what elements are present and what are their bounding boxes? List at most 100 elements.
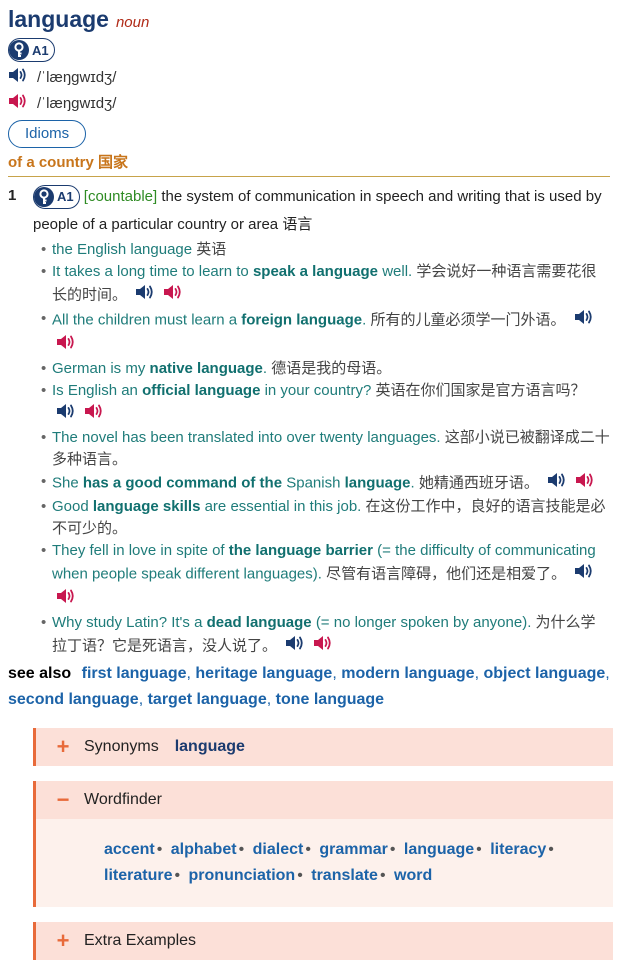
headword: language (8, 6, 109, 32)
wordfinder-link[interactable]: translate (311, 867, 378, 884)
example: The novel has been translated into over … (41, 427, 610, 471)
wordfinder-link[interactable]: accent (104, 841, 155, 858)
extra-examples-toggle[interactable]: + Extra Examples (36, 922, 613, 960)
wordfinder-toggle[interactable]: − Wordfinder (36, 781, 613, 819)
headword-line: language noun (8, 4, 610, 34)
pron-us-row: /ˈlæŋɡwɪdʒ/ (8, 90, 610, 116)
wordfinder-link[interactable]: word (394, 867, 432, 884)
collocation: language skills (92, 498, 201, 515)
example: Why study Latin? It's a dead language (=… (41, 612, 610, 659)
example-text: She (52, 474, 79, 492)
uk-speaker-icon[interactable] (574, 562, 594, 587)
see-also: see also first language, heritage langua… (8, 665, 610, 708)
example-translation: 她精通西班牙语。 (418, 474, 539, 492)
wordfinder-box: − Wordfinder accent • alphabet • dialect • … (33, 781, 613, 907)
see-also-link[interactable]: modern language (341, 665, 474, 682)
see-also-link[interactable]: first language (82, 665, 187, 682)
example: She has a good command of the Spanish la… (41, 471, 610, 496)
collocation: the language barrier (228, 542, 373, 559)
example-translation: 英语在你们国家是官方语言吗？ (375, 382, 586, 399)
definition-translation: 语言 (282, 216, 313, 233)
us-speaker-icon[interactable] (163, 283, 183, 308)
box-title: Wordfinder (84, 791, 162, 808)
synonyms-keyword: language (174, 738, 245, 755)
sense-number: 1 (8, 187, 17, 204)
wordfinder-link[interactable]: pronunciation (189, 867, 296, 884)
cefr-level: A1 (32, 42, 49, 58)
synonyms-box: + Synonyms language (33, 728, 613, 766)
collocation: native language (149, 360, 263, 377)
example-translation: 英语 (196, 241, 227, 258)
see-also-link[interactable]: target language (148, 691, 267, 708)
key-icon (9, 40, 29, 60)
us-speaker-icon[interactable] (8, 92, 28, 114)
collocation: foreign language (241, 311, 363, 329)
see-also-label: see also (8, 665, 72, 682)
wordfinder-link[interactable]: language (404, 841, 474, 858)
example-text: Spanish (286, 474, 341, 492)
sense-cefr-badge: A1 (33, 185, 80, 210)
us-speaker-icon[interactable] (575, 471, 595, 496)
wordfinder-words: accent • alphabet • dialect • grammar • lang… (36, 819, 613, 907)
cefr-row: A1 (8, 38, 610, 64)
us-speaker-icon[interactable] (56, 587, 76, 612)
wordfinder-link[interactable]: grammar (319, 841, 387, 858)
example-text: It takes a long time to learn to (52, 263, 249, 280)
example: Is English an official language in your … (41, 380, 610, 427)
us-speaker-icon[interactable] (56, 333, 76, 358)
example-translation: 所有的儿童必须学一门外语。 (370, 311, 566, 329)
example-text: are essential in this job. (204, 498, 362, 515)
wordfinder-link[interactable]: literacy (490, 841, 546, 858)
idioms-button[interactable]: Idioms (8, 120, 87, 148)
examples-list: the English language 英语 It takes a long … (33, 239, 610, 659)
wordfinder-link[interactable]: literature (104, 867, 172, 884)
uk-speaker-icon[interactable] (574, 308, 594, 333)
example-text: well. (382, 263, 413, 280)
example-text: . (262, 360, 268, 377)
sense-1: 1 A1 [countable] the system of communica… (8, 183, 610, 659)
see-also-link[interactable]: heritage language (195, 665, 332, 682)
example-text: German is my (52, 360, 146, 377)
wordfinder-link[interactable]: alphabet (171, 841, 237, 858)
uk-speaker-icon[interactable] (285, 634, 305, 659)
extra-examples-box: + Extra Examples (33, 922, 613, 960)
example-text: All the children must learn a (52, 311, 238, 329)
definition: A1 [countable] the system of communicati… (33, 183, 610, 239)
example-text: They fell in love in spite of (52, 542, 225, 559)
example: German is my native language. 德语是我的母语。 (41, 358, 610, 380)
see-also-link[interactable]: second language (8, 691, 139, 708)
pron-uk-row: /ˈlæŋɡwɪdʒ/ (8, 64, 610, 90)
uk-speaker-icon[interactable] (56, 402, 76, 427)
minus-icon: − (56, 787, 70, 812)
uk-speaker-icon[interactable] (8, 66, 28, 88)
example: All the children must learn a foreign la… (41, 308, 610, 358)
us-speaker-icon[interactable] (84, 402, 104, 427)
box-title: Extra Examples (84, 932, 197, 949)
dictionary-entry: language noun A1 /ˈlæŋɡwɪdʒ/ /ˈlæŋɡwɪdʒ/ … (8, 0, 613, 960)
pron-uk: /ˈlæŋɡwɪdʒ/ (37, 68, 117, 86)
box-title: Synonyms (84, 738, 159, 755)
cefr-badge: A1 (8, 38, 55, 62)
pron-us: /ˈlæŋɡwɪdʒ/ (37, 94, 117, 112)
sense-heading: of a country 国家 (8, 152, 610, 177)
example-text: the English language (52, 241, 193, 258)
example-text: The novel has been translated into over … (52, 429, 441, 446)
plus-icon: + (56, 928, 70, 953)
synonyms-toggle[interactable]: + Synonyms language (36, 728, 613, 766)
example: They fell in love in spite of the langua… (41, 540, 610, 612)
key-icon (34, 187, 54, 208)
uk-speaker-icon[interactable] (547, 471, 567, 496)
example-text: Is English an (52, 382, 138, 399)
us-speaker-icon[interactable] (313, 634, 333, 659)
see-also-link[interactable]: tone language (276, 691, 384, 708)
example-text: Good (52, 498, 89, 515)
uk-speaker-icon[interactable] (135, 283, 155, 308)
grammar-label: [countable] (83, 188, 158, 205)
example: It takes a long time to learn to speak a… (41, 261, 610, 308)
example-text: (= no longer spoken by anyone). (315, 614, 532, 631)
example-translation: 德语是我的母语。 (271, 360, 392, 377)
see-also-link[interactable]: object language (483, 665, 605, 682)
example-text: . (410, 474, 415, 492)
wordfinder-link[interactable]: dialect (253, 841, 304, 858)
example-text: Why study Latin? It's a (52, 614, 203, 631)
